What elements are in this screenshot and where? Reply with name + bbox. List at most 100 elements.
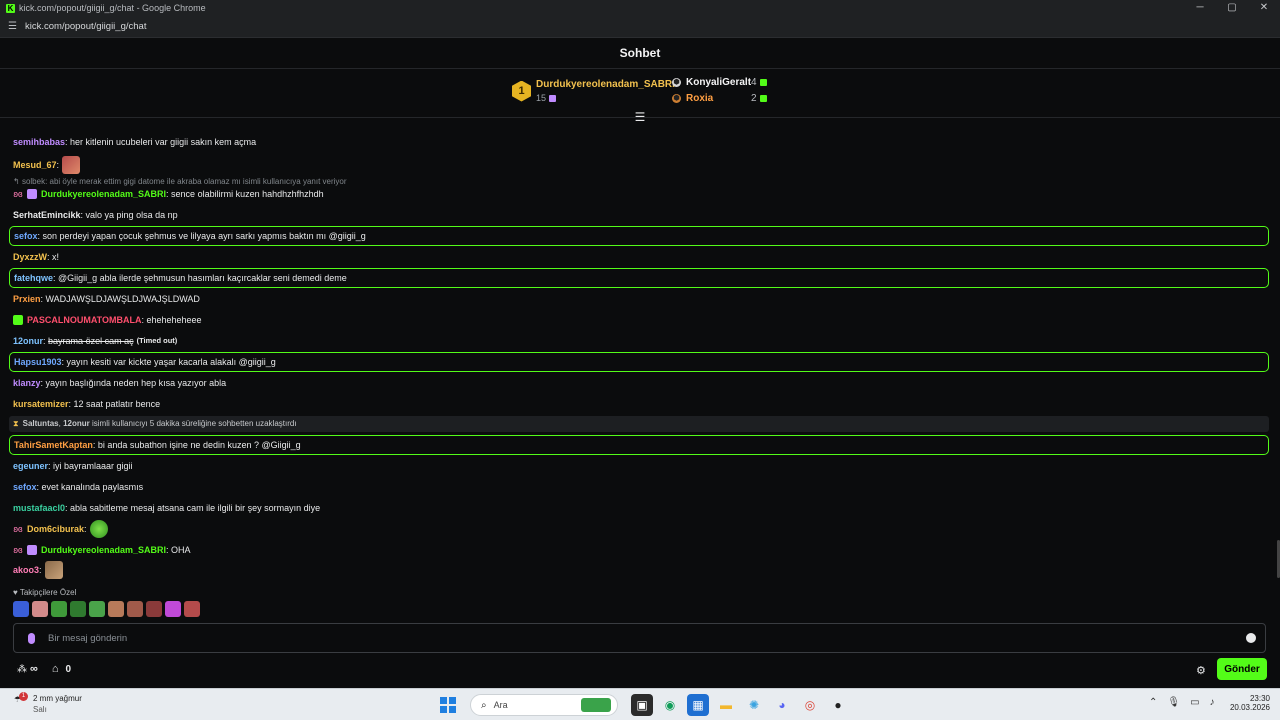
- chat-username[interactable]: sefox: [13, 481, 37, 493]
- emote-button[interactable]: [51, 601, 67, 617]
- chat-messages[interactable]: semihbabas : her kitlenin ucubeleri var …: [0, 120, 1280, 590]
- leaderboard-third[interactable]: ⬢ Roxia 2: [672, 93, 772, 104]
- send-button[interactable]: Gönder: [1217, 658, 1267, 680]
- chat-username[interactable]: Hapsu1903: [14, 356, 62, 368]
- chrome-icon[interactable]: ◎: [799, 694, 821, 716]
- chat-username[interactable]: Durdukyereolenadam_SABRI: [41, 544, 166, 556]
- emote-button[interactable]: [165, 601, 181, 617]
- emote-button[interactable]: [184, 601, 200, 617]
- chat-username[interactable]: Mesud_67: [13, 159, 57, 171]
- emoji-picker-icon[interactable]: [1246, 633, 1256, 643]
- emote-image: [89, 520, 108, 538]
- chat-message-mention: Hapsu1903 : yayın kesiti var kickte yaşa…: [9, 352, 1269, 372]
- store-icon[interactable]: ⌂: [52, 663, 59, 675]
- chevron-up-icon[interactable]: ⌃: [1149, 697, 1157, 708]
- chat-message: Mesud_67 :: [13, 156, 81, 174]
- emote-image: [44, 561, 63, 579]
- chat-username[interactable]: Prxien: [13, 293, 41, 305]
- chat-message-input[interactable]: [48, 632, 1198, 644]
- chat-input-box[interactable]: [13, 623, 1266, 653]
- site-settings-icon[interactable]: ☰: [8, 21, 18, 32]
- url-text[interactable]: kick.com/popout/giigii_g/chat: [25, 21, 146, 32]
- chat-username[interactable]: semihbabas: [13, 136, 65, 148]
- settings-app-icon[interactable]: ✺: [743, 694, 765, 716]
- app-icon[interactable]: ●: [827, 694, 849, 716]
- chat-text: : @Giigii_g abla ilerde şehmusun hasımla…: [53, 273, 347, 283]
- file-explorer-icon[interactable]: ▬: [715, 694, 737, 716]
- chat-username[interactable]: DyxzzW: [13, 251, 47, 263]
- chat-text: : abla sabitleme mesaj atsana cam ile il…: [65, 503, 321, 513]
- butterfly-badge-icon: ʚɞ: [13, 524, 23, 534]
- moderation-text: isimli kullanıcıyı 5 dakika süreliğine s…: [92, 419, 297, 428]
- chat-text: : 12 saat patlatır bence: [68, 399, 161, 409]
- chat-message: SerhatEmincikk : valo ya ping olsa da np: [13, 209, 178, 221]
- chat-text: : iyi bayramlaaar gigii: [48, 461, 133, 471]
- chat-username[interactable]: PASCALNOUMATOMBALA: [27, 314, 142, 326]
- leaderboard-first[interactable]: 1 Durdukyereolenadam_SABRI 15: [512, 79, 675, 103]
- clock-date: 20.03.2026: [1229, 703, 1270, 712]
- chat-header: Sohbet: [0, 38, 1280, 69]
- taskbar-search[interactable]: ⌕ Ara: [470, 694, 618, 716]
- rank-one-badge-icon: 1: [512, 80, 531, 102]
- chat-username[interactable]: fatehqwe: [14, 272, 53, 284]
- chat-text: : evet kanalında paylasmıs: [36, 482, 144, 492]
- reply-reference[interactable]: ↰ solbek: abi öyle merak ettim gigi dato…: [13, 177, 347, 186]
- moderation-notice: ⧗ Saltuntas, 12onur isimli kullanıcıyı 5…: [9, 416, 1269, 432]
- start-button[interactable]: [440, 697, 456, 713]
- chat-username[interactable]: kursatemizer: [13, 398, 69, 410]
- maximize-button[interactable]: ▢: [1216, 0, 1248, 16]
- minimize-button[interactable]: ─: [1184, 0, 1216, 16]
- emote-button[interactable]: [89, 601, 105, 617]
- emote-button[interactable]: [70, 601, 86, 617]
- emote-button[interactable]: [108, 601, 124, 617]
- chat-message-deleted: 12onur : bayrama özel cam aç (Timed out): [13, 335, 177, 347]
- taskbar-clock[interactable]: 23:30 20.03.2026: [1228, 694, 1270, 712]
- microphone-icon[interactable]: [28, 632, 35, 644]
- emote-button[interactable]: [127, 601, 143, 617]
- channel-points-icon[interactable]: ⁂: [17, 664, 27, 675]
- leaderboard-third-name[interactable]: Roxia: [686, 93, 713, 104]
- leaderboard-second-count-value: 4: [751, 77, 757, 88]
- clock-time: 23:30: [1249, 694, 1270, 703]
- volume-icon[interactable]: ♪: [1210, 697, 1215, 708]
- emote-button[interactable]: [32, 601, 48, 617]
- leaderboard-second-name[interactable]: KonyaliGeralt: [686, 77, 751, 88]
- chat-footer: ⁂ ∞ ⌂ 0 ⚙ Gönder: [0, 657, 1280, 683]
- chat-username[interactable]: SerhatEmincikk: [13, 209, 81, 221]
- address-bar[interactable]: ☰ kick.com/popout/giigii_g/chat: [0, 16, 1280, 38]
- leaderboard-second[interactable]: ⬢ KonyaliGeralt 4: [672, 77, 772, 88]
- moderator-name[interactable]: Saltuntas: [23, 418, 59, 430]
- chat-username[interactable]: TahirSametKaptan: [14, 439, 93, 451]
- hourglass-icon: ⧗: [13, 419, 19, 428]
- leaderboard-first-name[interactable]: Durdukyereolenadam_SABRI: [536, 79, 675, 90]
- chat-username[interactable]: klanzy: [13, 377, 41, 389]
- chat-text: :: [56, 160, 60, 170]
- microphone-tray-icon[interactable]: 🎙︎: [1167, 697, 1180, 708]
- network-icon[interactable]: ▭: [1190, 697, 1199, 708]
- close-window-button[interactable]: ✕: [1248, 0, 1280, 16]
- chat-username[interactable]: sefox: [14, 230, 38, 242]
- chat-message: ʚɞ Durdukyereolenadam_SABRI : sence olab…: [13, 188, 324, 200]
- emote-bar-label: ♥ Takipçilere Özel: [13, 588, 200, 597]
- edge-icon[interactable]: ◉: [659, 694, 681, 716]
- emote-button[interactable]: [13, 601, 29, 617]
- gift-icon: [549, 95, 557, 103]
- taskbar-center: ⌕ Ara ▣ ◉ ▦ ▬ ✺ ◕ ◎ ●: [440, 694, 852, 716]
- chat-username[interactable]: 12onur: [13, 335, 43, 347]
- channel-points-value[interactable]: ∞: [30, 663, 38, 675]
- chat-text: : sence olabilirmi kuzen hahdhzhfhzhdh: [166, 189, 324, 199]
- chat-username[interactable]: egeuner: [13, 460, 48, 472]
- timed-out-user[interactable]: 12onur: [63, 418, 90, 430]
- chat-text: :: [39, 565, 42, 575]
- store-app-icon[interactable]: ▦: [687, 694, 709, 716]
- emote-button[interactable]: [146, 601, 162, 617]
- task-view-icon[interactable]: ▣: [631, 694, 653, 716]
- settings-gear-icon[interactable]: ⚙: [1196, 664, 1206, 677]
- window-controls: ─ ▢ ✕: [1184, 0, 1280, 16]
- chat-username[interactable]: mustafaacl0: [13, 502, 65, 514]
- discord-icon[interactable]: ◕: [771, 694, 793, 716]
- chat-username[interactable]: Durdukyereolenadam_SABRI: [41, 188, 166, 200]
- browser-titlebar: K kick.com/popout/giigii_g/chat - Google…: [0, 0, 1280, 16]
- chat-username[interactable]: akoo3: [13, 564, 39, 576]
- chat-username[interactable]: Dom6ciburak: [27, 523, 84, 535]
